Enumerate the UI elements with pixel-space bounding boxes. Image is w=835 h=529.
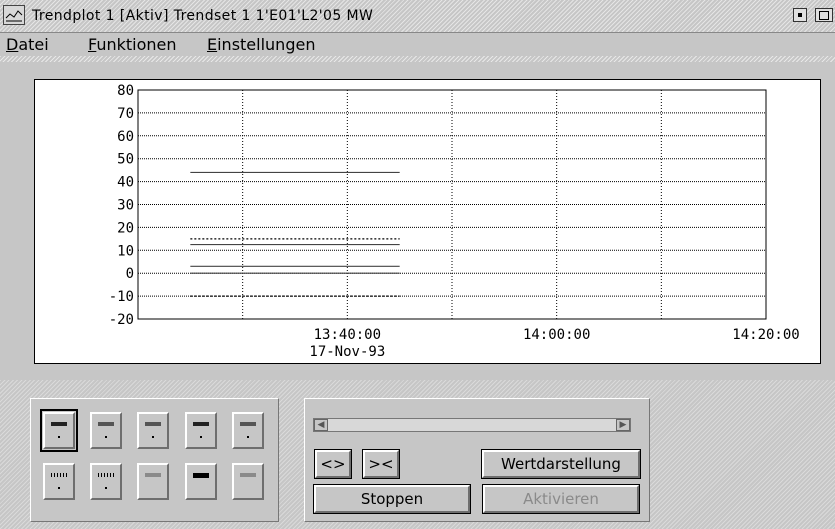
y-tick-label: 70 bbox=[117, 106, 134, 122]
line-style-icon bbox=[51, 473, 67, 477]
time-scrollbar[interactable]: ◀ ▶ bbox=[313, 418, 631, 432]
channel-button-8[interactable] bbox=[137, 463, 169, 500]
line-style-icon bbox=[51, 422, 67, 426]
channel-button-3[interactable] bbox=[137, 412, 169, 449]
channel-button-9[interactable] bbox=[185, 463, 217, 500]
channel-marker-icon bbox=[247, 436, 249, 438]
minimize-button[interactable] bbox=[793, 8, 807, 22]
trend-chart: 80 70 60 50 40 30 20 10 0 -10 -20 13:40:0017-Nov-93… bbox=[109, 83, 800, 360]
menu-datei-accel: D bbox=[6, 35, 19, 54]
value-display-button[interactable]: Wertdarstellung bbox=[481, 449, 641, 479]
y-tick-label: 80 bbox=[117, 83, 134, 99]
channel-button-7[interactable] bbox=[90, 463, 122, 500]
trend-app-icon-graphic bbox=[5, 10, 23, 22]
channel-marker-icon bbox=[105, 487, 107, 489]
y-tick-label: 20 bbox=[117, 220, 134, 236]
line-style-icon bbox=[145, 473, 161, 477]
y-tick-label: -20 bbox=[109, 312, 134, 328]
zoom-out-button[interactable]: <> bbox=[314, 449, 352, 479]
menu-einstellungen[interactable]: Einstellungen bbox=[207, 35, 315, 54]
y-tick-label: 0 bbox=[126, 266, 134, 282]
channel-button-5[interactable] bbox=[232, 412, 264, 449]
trend-app-icon[interactable] bbox=[3, 5, 25, 25]
y-tick-label: -10 bbox=[109, 289, 134, 305]
scroll-left-arrow-icon[interactable]: ◀ bbox=[314, 419, 328, 431]
stop-button[interactable]: Stoppen bbox=[313, 484, 471, 514]
channel-marker-icon bbox=[200, 436, 202, 438]
channel-button-10[interactable] bbox=[232, 463, 264, 500]
window-title: Trendplot 1 [Aktiv] Trendset 1 1'E01'L2'… bbox=[32, 8, 374, 24]
maximize-icon bbox=[819, 11, 829, 20]
y-tick-label: 50 bbox=[117, 152, 134, 168]
scroll-right-arrow-icon[interactable]: ▶ bbox=[616, 419, 630, 431]
maximize-button[interactable] bbox=[815, 8, 833, 22]
menu-separator bbox=[0, 56, 835, 62]
channel-button-4[interactable] bbox=[185, 412, 217, 449]
trend-plot-panel[interactable]: 80 70 60 50 40 30 20 10 0 -10 -20 13:40:00 17-Nov-93… bbox=[34, 79, 821, 364]
menu-einstellungen-label: instellungen bbox=[217, 35, 316, 54]
menu-einstellungen-accel: E bbox=[207, 35, 218, 54]
x-tick-label: 13:40:00 bbox=[314, 327, 381, 343]
y-tick-label: 60 bbox=[117, 129, 134, 145]
menu-funktionen[interactable]: Funktionen bbox=[88, 35, 177, 54]
channel-button-2[interactable] bbox=[90, 412, 122, 449]
line-style-icon bbox=[193, 422, 209, 426]
channel-marker-icon bbox=[58, 436, 60, 438]
menu-datei-label: atei bbox=[18, 35, 49, 54]
title-bar: Trendplot 1 [Aktiv] Trendset 1 1'E01'L2'… bbox=[0, 0, 835, 33]
y-tick-label: 10 bbox=[117, 243, 134, 259]
menu-funktionen-label: unktionen bbox=[96, 35, 177, 54]
line-style-icon bbox=[98, 422, 114, 426]
activate-button[interactable]: Aktivieren bbox=[482, 484, 640, 514]
x-tick-date-label: 17-Nov-93 bbox=[309, 344, 385, 360]
line-style-icon bbox=[145, 422, 161, 426]
channel-marker-icon bbox=[58, 487, 60, 489]
channel-marker-icon bbox=[152, 436, 154, 438]
y-tick-label: 40 bbox=[117, 175, 134, 191]
line-style-icon bbox=[240, 422, 256, 426]
minimize-icon bbox=[798, 13, 802, 17]
y-tick-label: 30 bbox=[117, 198, 134, 214]
channel-button-6[interactable] bbox=[43, 463, 75, 500]
channel-marker-icon bbox=[105, 436, 107, 438]
line-style-icon bbox=[240, 473, 256, 477]
x-tick-label: 14:20:00 bbox=[732, 327, 799, 343]
line-style-icon bbox=[98, 473, 114, 477]
x-tick-label: 14:00:00 bbox=[523, 327, 590, 343]
zoom-in-button[interactable]: >< bbox=[362, 449, 400, 479]
channel-button-1[interactable] bbox=[40, 409, 78, 452]
menu-bar: Datei Funktionen Einstellungen bbox=[0, 33, 835, 55]
menu-datei[interactable]: Datei bbox=[6, 35, 49, 54]
line-style-icon bbox=[193, 473, 209, 478]
